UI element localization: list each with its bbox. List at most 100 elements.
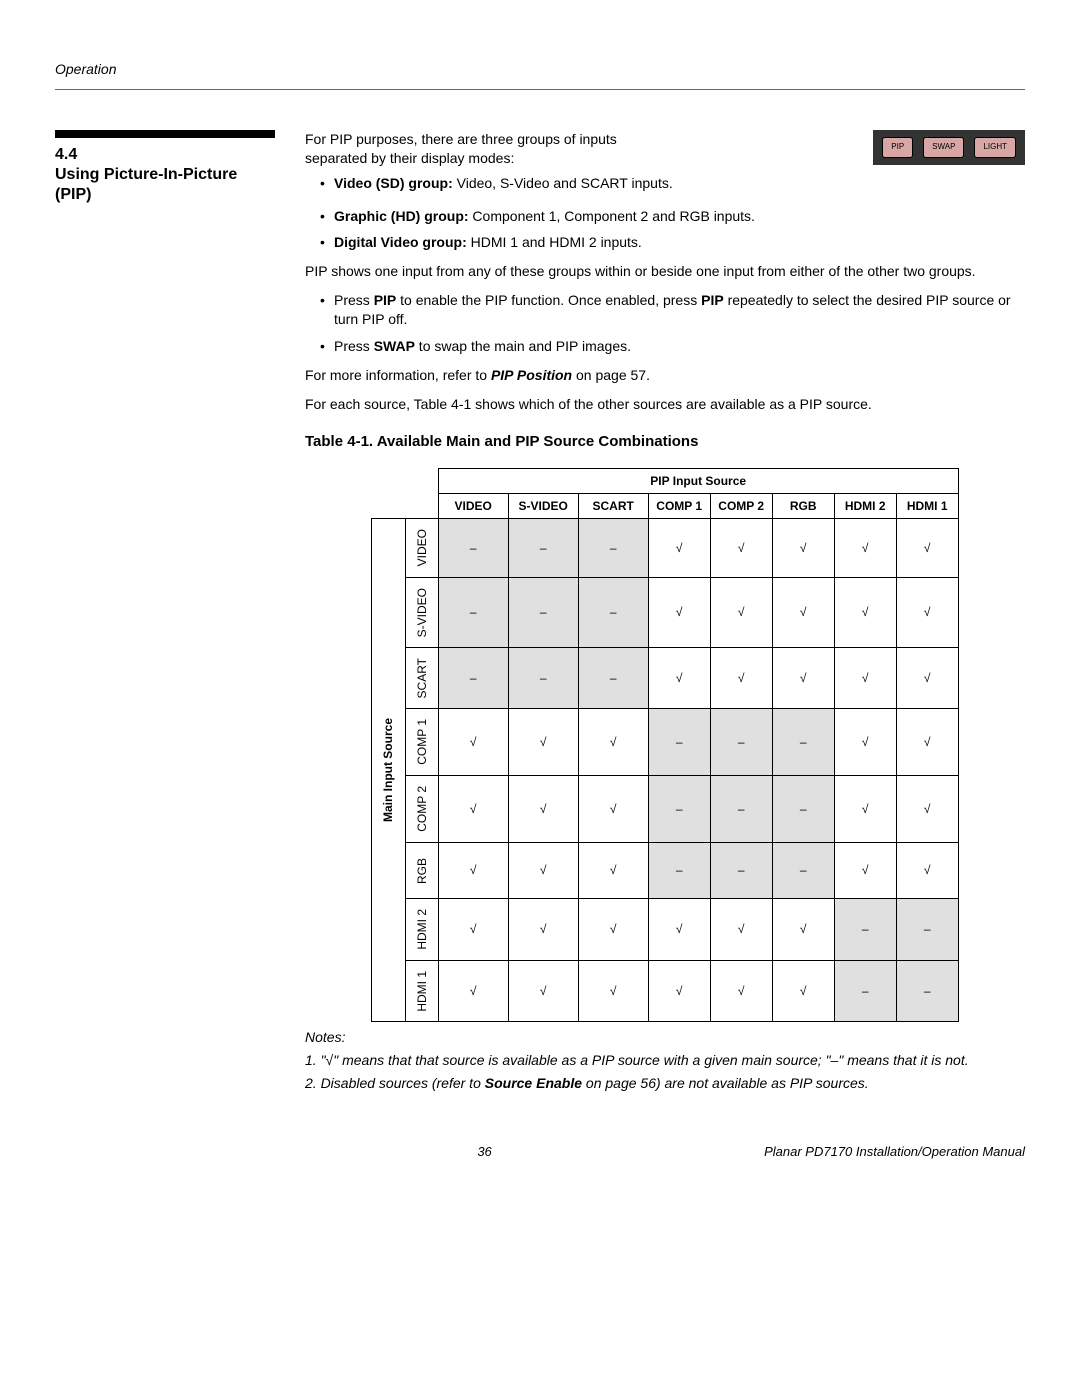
remote-buttons-image: PIP SWAP LIGHT [873,130,1025,165]
bullet-graphic-hd: Graphic (HD) group: Component 1, Compone… [320,207,1025,226]
text: to swap the main and PIP images. [415,338,631,354]
page-footer: 36 Planar PD7170 Installation/Operation … [55,1143,1025,1161]
col-header: S-VIDEO [508,494,578,519]
p3: For more information, refer to PIP Posit… [305,366,1025,385]
cell: √ [834,776,896,843]
text: 2. Disabled sources (refer to [305,1075,485,1091]
cell: √ [578,960,648,1022]
cell: √ [772,899,834,961]
p2: PIP shows one input from any of these gr… [305,262,1025,281]
row-header: S-VIDEO [405,577,438,647]
cell: – [508,648,578,709]
cell: √ [508,899,578,961]
p4: For each source, Table 4-1 shows which o… [305,395,1025,414]
note-1: 1. "√" means that that source is availab… [305,1051,1025,1070]
note-2: 2. Disabled sources (refer to Source Ena… [305,1074,1025,1093]
cell: – [772,709,834,776]
row-header: VIDEO [405,519,438,577]
bullet-press-swap: Press SWAP to swap the main and PIP imag… [320,337,1025,356]
cell: √ [648,577,710,647]
col-header: HDMI 2 [834,494,896,519]
cell: √ [578,776,648,843]
col-header: COMP 2 [710,494,772,519]
cell: √ [896,709,958,776]
cell: √ [710,899,772,961]
bullet-bold: Video (SD) group: [334,175,453,191]
row-header: RGB [405,843,438,899]
source-enable-ref: Source Enable [485,1075,582,1091]
cell: √ [438,899,508,961]
cell: √ [896,519,958,577]
table-row: Main Input SourceVIDEO–––√√√√√ [372,519,958,577]
remote-button-swap: SWAP [923,137,964,158]
cell: √ [710,519,772,577]
cell: √ [834,648,896,709]
table-row: RGB√√√–––√√ [372,843,958,899]
bold-pip-2: PIP [701,292,724,308]
cell: – [648,843,710,899]
col-header: VIDEO [438,494,508,519]
bold-pip: PIP [374,292,397,308]
section-number: 4.4 [55,144,275,166]
cell: √ [578,843,648,899]
cell: √ [896,843,958,899]
table-title: Table 4-1. Available Main and PIP Source… [305,432,1025,452]
cell: √ [772,960,834,1022]
col-header: COMP 1 [648,494,710,519]
table-row: HDMI 2√√√√√√–– [372,899,958,961]
main-input-source-header: Main Input Source [372,519,405,1022]
pip-input-source-header: PIP Input Source [438,468,958,493]
bullet-bold: Graphic (HD) group: [334,208,469,224]
text: to enable the PIP function. Once enabled… [396,292,701,308]
cell: √ [648,899,710,961]
p1-line-b: separated by their display modes: [305,149,853,168]
cell: √ [772,577,834,647]
cell: √ [834,709,896,776]
bullet-list-2: Press PIP to enable the PIP function. On… [320,291,1025,356]
bullet-list-1: Video (SD) group: Video, S-Video and SCA… [320,174,853,193]
cell: √ [438,776,508,843]
bullet-digital-video: Digital Video group: HDMI 1 and HDMI 2 i… [320,233,1025,252]
bullet-press-pip: Press PIP to enable the PIP function. On… [320,291,1025,329]
bullet-list-1-cont: Graphic (HD) group: Component 1, Compone… [320,207,1025,253]
row-header: COMP 1 [405,709,438,776]
cell: √ [710,577,772,647]
cell: √ [508,776,578,843]
remote-button-light: LIGHT [974,137,1016,158]
cell: √ [896,776,958,843]
cell: – [710,843,772,899]
body-column: For PIP purposes, there are three groups… [305,130,1025,1093]
cell: – [578,577,648,647]
cell: – [438,648,508,709]
section-bar [55,130,275,138]
cell: √ [438,843,508,899]
cell: – [508,519,578,577]
cell: √ [896,577,958,647]
cell: – [578,519,648,577]
bullet-rest: HDMI 1 and HDMI 2 inputs. [467,234,642,250]
cell: – [710,776,772,843]
cell: √ [772,648,834,709]
cell: – [438,577,508,647]
table-row: COMP 1√√√–––√√ [372,709,958,776]
row-header: HDMI 1 [405,960,438,1022]
cell: – [834,960,896,1022]
table-row: S-VIDEO–––√√√√√ [372,577,958,647]
table-row: HDMI 1√√√√√√–– [372,960,958,1022]
cell: √ [710,960,772,1022]
table-row: COMP 2√√√–––√√ [372,776,958,843]
col-header: SCART [578,494,648,519]
remote-button-pip: PIP [882,137,913,158]
header-rule [55,89,1025,90]
row-header: HDMI 2 [405,899,438,961]
cell: √ [578,899,648,961]
bold-swap: SWAP [374,338,415,354]
cell: – [648,776,710,843]
section-heading-column: 4.4 Using Picture-In-Picture (PIP) [55,130,275,1093]
cell: – [710,709,772,776]
cell: – [772,776,834,843]
p1-line-a: For PIP purposes, there are three groups… [305,130,853,149]
col-header: HDMI 1 [896,494,958,519]
cell: – [896,960,958,1022]
cell: √ [438,709,508,776]
